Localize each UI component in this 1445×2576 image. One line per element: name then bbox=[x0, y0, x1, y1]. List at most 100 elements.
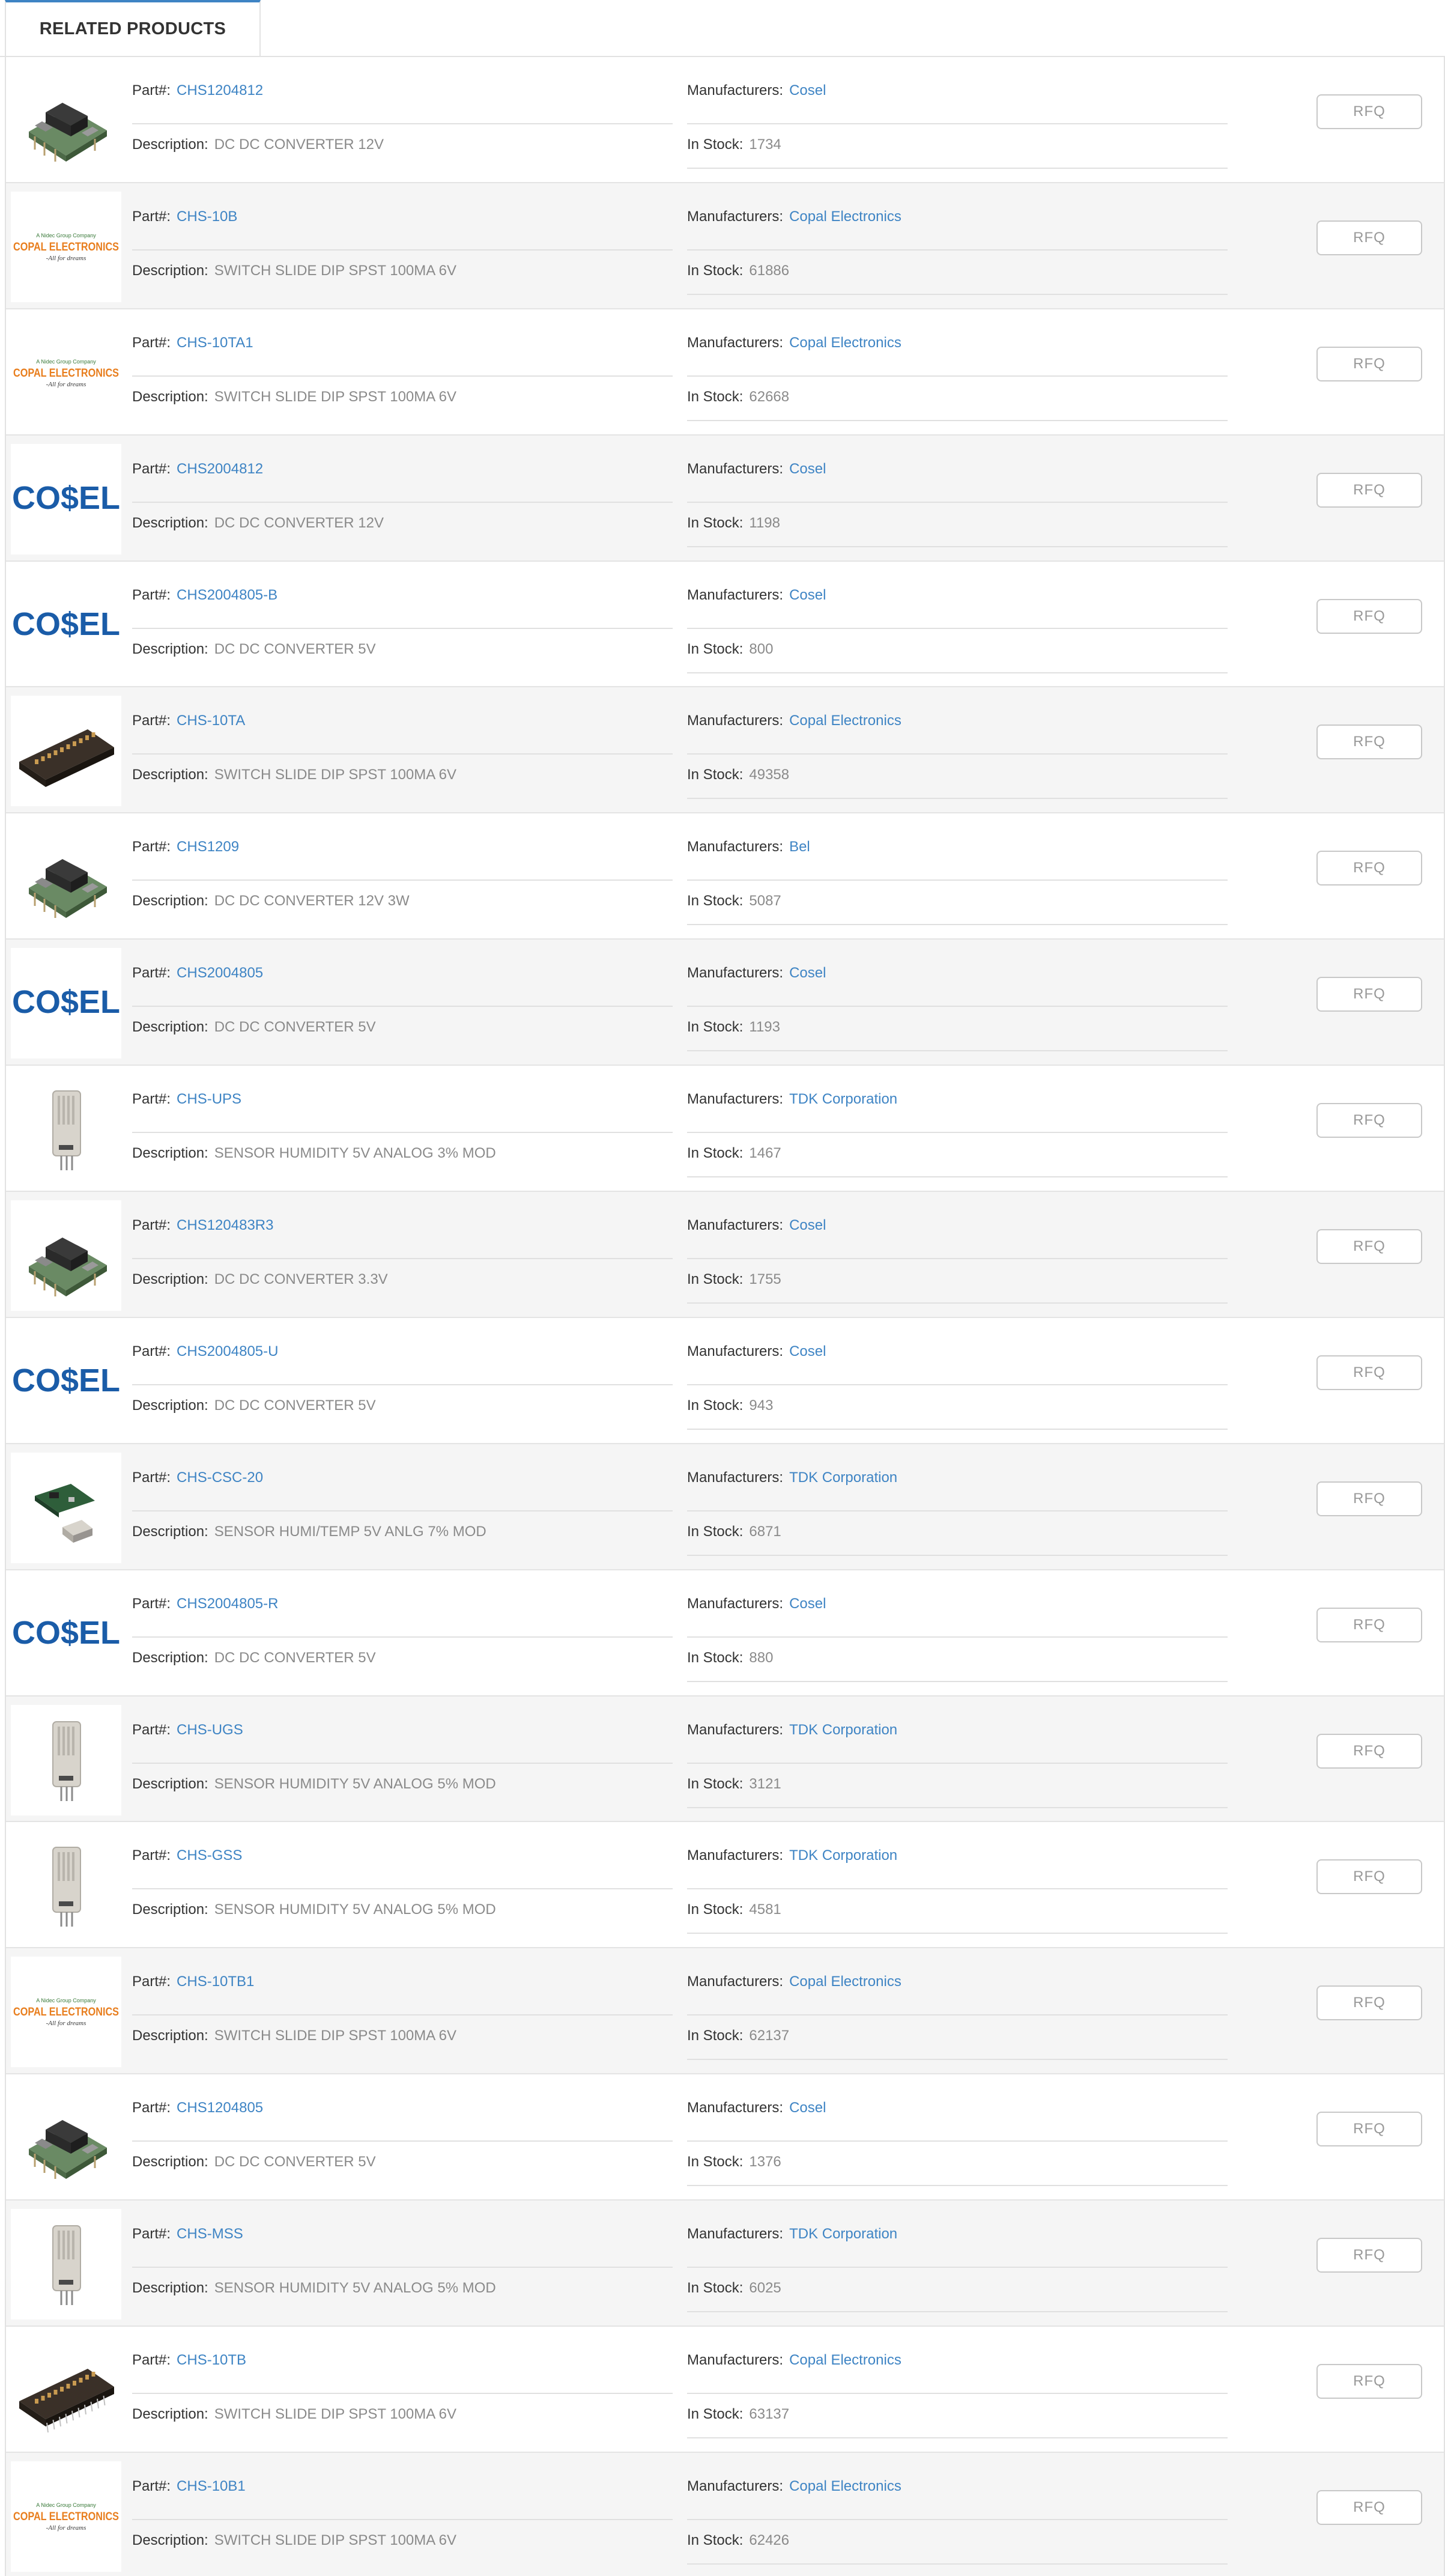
copal-electronics-logo[interactable]: A Nidec Group Company COPAL ELECTRONICS -A… bbox=[11, 1957, 121, 2068]
cosel-logo[interactable]: CO$EL bbox=[11, 570, 121, 681]
description-field: Description: SENSOR HUMIDITY 5V ANALOG 5%… bbox=[132, 1772, 673, 1796]
rfq-button[interactable]: RFQ bbox=[1316, 851, 1422, 886]
stock-field: In Stock: 61886 bbox=[687, 259, 1228, 295]
description-field: Description: DC DC CONVERTER 5V bbox=[132, 2150, 673, 2174]
manufacturer-link[interactable]: Cosel bbox=[789, 1343, 826, 1359]
copal-electronics-logo[interactable]: A Nidec Group Company COPAL ELECTRONICS -A… bbox=[11, 2461, 121, 2572]
part-number-link[interactable]: CHS-GSS bbox=[177, 1847, 242, 1864]
stock-value: 943 bbox=[749, 1397, 774, 1414]
rfq-button[interactable]: RFQ bbox=[1316, 1229, 1422, 1265]
manufacturer-link[interactable]: Copal Electronics bbox=[789, 712, 901, 729]
part-number-link[interactable]: CHS-10TA bbox=[177, 712, 245, 729]
part-number-link[interactable]: CHS-10B bbox=[177, 208, 237, 225]
part-number-link[interactable]: CHS2004805-U bbox=[177, 1343, 278, 1359]
manufacturer-link[interactable]: Cosel bbox=[789, 587, 826, 603]
part-number-link[interactable]: CHS2004805 bbox=[177, 965, 263, 981]
rfq-button[interactable]: RFQ bbox=[1316, 1103, 1422, 1138]
manufacturer-link[interactable]: Copal Electronics bbox=[789, 208, 901, 225]
svg-text:COPAL ELECTRONICS: COPAL ELECTRONICS bbox=[13, 2006, 119, 2019]
manufacturer-link[interactable]: Bel bbox=[789, 839, 810, 855]
tab-related-products[interactable]: RELATED PRODUCTS bbox=[5, 0, 261, 57]
part-number-link[interactable]: CHS-CSC-20 bbox=[177, 1469, 263, 1486]
part-number-link[interactable]: CHS2004805-B bbox=[177, 587, 277, 603]
rfq-button[interactable]: RFQ bbox=[1316, 2489, 1422, 2525]
part-number-link[interactable]: CHS-MSS bbox=[177, 2226, 243, 2242]
part-number-link[interactable]: CHS-10B1 bbox=[177, 2478, 246, 2494]
svg-text:CO$EL: CO$EL bbox=[12, 1362, 120, 1399]
manufacturer-field: Manufacturers: Copal Electronics bbox=[687, 205, 1228, 251]
cosel-logo[interactable]: CO$EL bbox=[11, 948, 121, 1059]
humidity-sensor-image[interactable] bbox=[11, 1830, 121, 1942]
manufacturer-link[interactable]: Cosel bbox=[789, 82, 826, 99]
sensor-module-image[interactable] bbox=[11, 1452, 121, 1563]
rfq-button[interactable]: RFQ bbox=[1316, 472, 1422, 508]
cosel-logo[interactable]: CO$EL bbox=[11, 1326, 121, 1437]
manufacturer-link[interactable]: Cosel bbox=[789, 965, 826, 981]
copal-electronics-logo[interactable]: A Nidec Group Company COPAL ELECTRONICS -A… bbox=[11, 317, 121, 428]
manufacturer-link[interactable]: Cosel bbox=[789, 461, 826, 477]
manufacturer-link[interactable]: TDK Corporation bbox=[789, 1091, 897, 1107]
stock-field: In Stock: 3121 bbox=[687, 1772, 1228, 1808]
rfq-button[interactable]: RFQ bbox=[1316, 1481, 1422, 1516]
dip-switch-image[interactable] bbox=[11, 696, 121, 807]
part-number-link[interactable]: CHS2004812 bbox=[177, 461, 263, 477]
part-number-link[interactable]: CHS-10TB1 bbox=[177, 1973, 254, 1990]
humidity-sensor-image[interactable] bbox=[11, 2209, 121, 2320]
manufacturer-link[interactable]: Copal Electronics bbox=[789, 2352, 901, 2368]
humidity-sensor-image[interactable] bbox=[11, 1704, 121, 1815]
manufacturer-link[interactable]: TDK Corporation bbox=[789, 1469, 897, 1486]
copal-electronics-logo[interactable]: A Nidec Group Company COPAL ELECTRONICS -A… bbox=[11, 191, 121, 302]
stock-value: 4581 bbox=[749, 1901, 781, 1918]
rfq-button[interactable]: RFQ bbox=[1316, 94, 1422, 129]
part-number-link[interactable]: CHS120483R3 bbox=[177, 1217, 273, 1233]
manufacturer-link[interactable]: Cosel bbox=[789, 2100, 826, 2116]
part-number-link[interactable]: CHS-UGS bbox=[177, 1722, 243, 1738]
rfq-button[interactable]: RFQ bbox=[1316, 977, 1422, 1012]
part-number-link[interactable]: CHS1204812 bbox=[177, 82, 263, 99]
rfq-button[interactable]: RFQ bbox=[1316, 724, 1422, 760]
rfq-button[interactable]: RFQ bbox=[1316, 1985, 1422, 2021]
rfq-button[interactable]: RFQ bbox=[1316, 1733, 1422, 1769]
rfq-button[interactable]: RFQ bbox=[1316, 2238, 1422, 2273]
part-number-link[interactable]: CHS-10TB bbox=[177, 2352, 246, 2368]
manufacturers-label: Manufacturers: bbox=[687, 965, 784, 982]
manufacturer-link[interactable]: TDK Corporation bbox=[789, 1722, 897, 1738]
part-number-link[interactable]: CHS1204805 bbox=[177, 2100, 263, 2116]
manufacturer-link[interactable]: Copal Electronics bbox=[789, 2478, 901, 2494]
manufacturer-link[interactable]: TDK Corporation bbox=[789, 2226, 897, 2242]
rfq-button[interactable]: RFQ bbox=[1316, 1607, 1422, 1642]
part-number-link[interactable]: CHS-10TA1 bbox=[177, 335, 253, 351]
manufacturer-link[interactable]: Copal Electronics bbox=[789, 335, 901, 351]
rfq-button[interactable]: RFQ bbox=[1316, 1859, 1422, 1895]
part-label: Part#: bbox=[132, 839, 171, 855]
rfq-button[interactable]: RFQ bbox=[1316, 346, 1422, 381]
manufacturer-link[interactable]: Copal Electronics bbox=[789, 1973, 901, 1990]
power-module-image[interactable] bbox=[11, 65, 121, 176]
rfq-button[interactable]: RFQ bbox=[1316, 1355, 1422, 1390]
rfq-button[interactable]: RFQ bbox=[1316, 2364, 1422, 2399]
part-number-link[interactable]: CHS1209 bbox=[177, 839, 239, 855]
part-number-link[interactable]: CHS2004805-R bbox=[177, 1596, 278, 1612]
power-module-image[interactable] bbox=[11, 1200, 121, 1311]
power-module-image[interactable] bbox=[11, 822, 121, 933]
humidity-sensor-image[interactable] bbox=[11, 1074, 121, 1185]
power-module-image[interactable] bbox=[11, 2083, 121, 2194]
svg-text:CO$EL: CO$EL bbox=[12, 1615, 120, 1651]
cosel-logo[interactable]: CO$EL bbox=[11, 443, 121, 554]
dip-switch-image[interactable] bbox=[11, 2335, 121, 2446]
manufacturer-link[interactable]: TDK Corporation bbox=[789, 1847, 897, 1864]
in-stock-label: In Stock: bbox=[687, 1901, 744, 1918]
product-row-chs-10b1: A Nidec Group Company COPAL ELECTRONICS -A… bbox=[6, 2452, 1444, 2576]
manufacturer-link[interactable]: Cosel bbox=[789, 1596, 826, 1612]
rfq-button[interactable]: RFQ bbox=[1316, 220, 1422, 255]
description-label: Description: bbox=[132, 2154, 208, 2170]
stock-value: 880 bbox=[749, 1649, 774, 1666]
manufacturer-link[interactable]: Cosel bbox=[789, 1217, 826, 1233]
manufacturer-field: Manufacturers: Cosel bbox=[687, 457, 1228, 503]
cosel-logo[interactable]: CO$EL bbox=[11, 1578, 121, 1689]
part-field: Part#: CHS2004805-R bbox=[132, 1592, 673, 1638]
svg-text:A Nidec Group Company: A Nidec Group Company bbox=[36, 232, 96, 238]
rfq-button[interactable]: RFQ bbox=[1316, 598, 1422, 634]
rfq-button[interactable]: RFQ bbox=[1316, 2112, 1422, 2147]
part-number-link[interactable]: CHS-UPS bbox=[177, 1091, 241, 1107]
